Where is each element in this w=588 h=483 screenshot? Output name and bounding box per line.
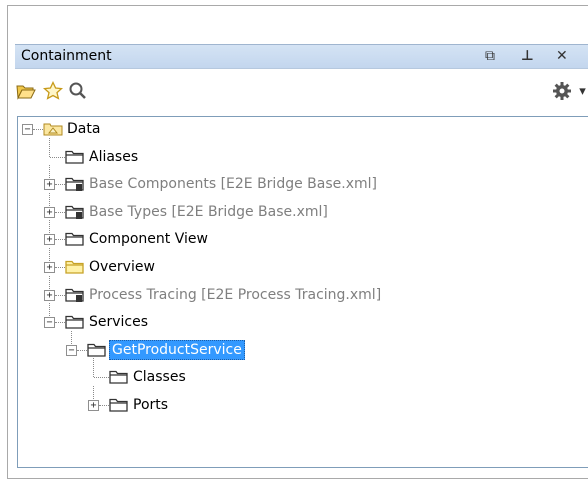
tree-connector <box>93 358 94 378</box>
gear-icon[interactable] <box>551 80 573 102</box>
tree-item[interactable]: + Ports <box>18 386 588 415</box>
expand-icon[interactable]: + <box>88 400 99 411</box>
expand-icon[interactable]: + <box>44 179 55 191</box>
tree-item[interactable]: − Services <box>18 303 588 332</box>
tree-item-label[interactable]: Overview <box>87 257 157 277</box>
tree-item-label[interactable]: GetProductService <box>109 339 245 360</box>
tree-item-label[interactable]: Process Tracing [E2E Process Tracing.xml… <box>87 285 383 305</box>
tree-connector <box>55 211 65 213</box>
star-icon[interactable] <box>42 80 64 102</box>
tree-connector <box>49 165 50 179</box>
search-icon[interactable] <box>67 80 89 102</box>
tree-item[interactable]: + Base Types [E2E Bridge Base.xml] <box>18 192 588 222</box>
tree-item[interactable]: − GetProductService <box>18 330 588 360</box>
folder-icon <box>109 370 128 385</box>
tree-item[interactable]: Classes <box>18 358 588 387</box>
collapse-icon[interactable]: − <box>66 344 77 356</box>
shared-folder-icon <box>65 177 84 192</box>
tree-item[interactable]: − Data <box>18 119 588 139</box>
shared-folder-icon <box>65 288 84 302</box>
folder-icon <box>87 343 106 357</box>
restore-icon[interactable]: ⧉ <box>485 48 495 64</box>
tree-connector <box>49 303 50 317</box>
tree-item-label[interactable]: Base Types [E2E Bridge Base.xml] <box>87 202 330 222</box>
expand-icon[interactable]: + <box>44 206 55 218</box>
tree-item-label[interactable]: Component View <box>87 229 210 249</box>
tree-connector <box>77 349 87 351</box>
collapse-icon[interactable]: − <box>22 124 33 135</box>
tree-connector <box>99 405 109 406</box>
options-dropdown-arrow-icon[interactable]: ▾ <box>577 80 588 102</box>
expand-icon[interactable]: + <box>44 234 55 246</box>
tree-connector <box>93 386 94 399</box>
tree-connector <box>49 220 50 234</box>
tree-item[interactable]: + Overview <box>18 248 588 277</box>
tree-item[interactable]: + Process Tracing [E2E Process Tracing.xm… <box>18 275 588 305</box>
tree-connector <box>71 330 72 344</box>
tree-connector <box>94 377 109 379</box>
folder-icon <box>65 315 84 329</box>
tree-item-label[interactable]: Services <box>87 312 150 332</box>
collapse-icon[interactable]: − <box>44 317 55 329</box>
close-icon[interactable]: ✕ <box>556 48 568 64</box>
tree-connector <box>49 137 50 157</box>
package-folder-icon <box>43 122 63 136</box>
expand-icon[interactable]: + <box>44 289 55 301</box>
tree-connector <box>33 129 43 130</box>
tree-connector <box>55 184 65 186</box>
tree-connector <box>55 322 65 324</box>
tree-connector <box>49 192 50 206</box>
expand-icon[interactable]: + <box>44 262 55 273</box>
tree-item[interactable]: + Component View <box>18 220 588 249</box>
panel-titlebar[interactable]: Containment ⧉ ⊥ ✕ <box>15 44 588 69</box>
panel-title: Containment <box>21 48 112 64</box>
tree-connector <box>55 267 65 268</box>
containment-tree[interactable]: − Data Aliases + Base Components [E2E Bridge… <box>17 116 588 468</box>
tree-connector <box>55 294 65 296</box>
tree-item-label[interactable]: Aliases <box>87 147 140 167</box>
tree-item[interactable]: + Base Components [E2E Bridge Base.xml] <box>18 165 588 194</box>
folder-icon <box>65 232 84 247</box>
folder-icon <box>65 150 84 164</box>
shared-folder-icon <box>65 205 84 219</box>
tree-item-label[interactable]: Data <box>65 119 102 139</box>
tree-connector <box>50 156 65 158</box>
pin-icon[interactable]: ⊥ <box>521 48 534 64</box>
tree-item-label[interactable]: Classes <box>131 367 188 387</box>
tree-connector <box>49 275 50 289</box>
yellow-folder-icon <box>65 260 84 274</box>
tree-connector <box>55 239 65 241</box>
tree-connector <box>49 248 50 261</box>
tree-item-label[interactable]: Base Components [E2E Bridge Base.xml] <box>87 174 379 194</box>
folder-icon <box>109 398 128 412</box>
tree-item-label[interactable]: Ports <box>131 395 170 415</box>
folder-open-icon[interactable] <box>15 80 37 102</box>
tree-item[interactable]: Aliases <box>18 137 588 167</box>
panel-toolbar: ▾ <box>15 80 588 106</box>
